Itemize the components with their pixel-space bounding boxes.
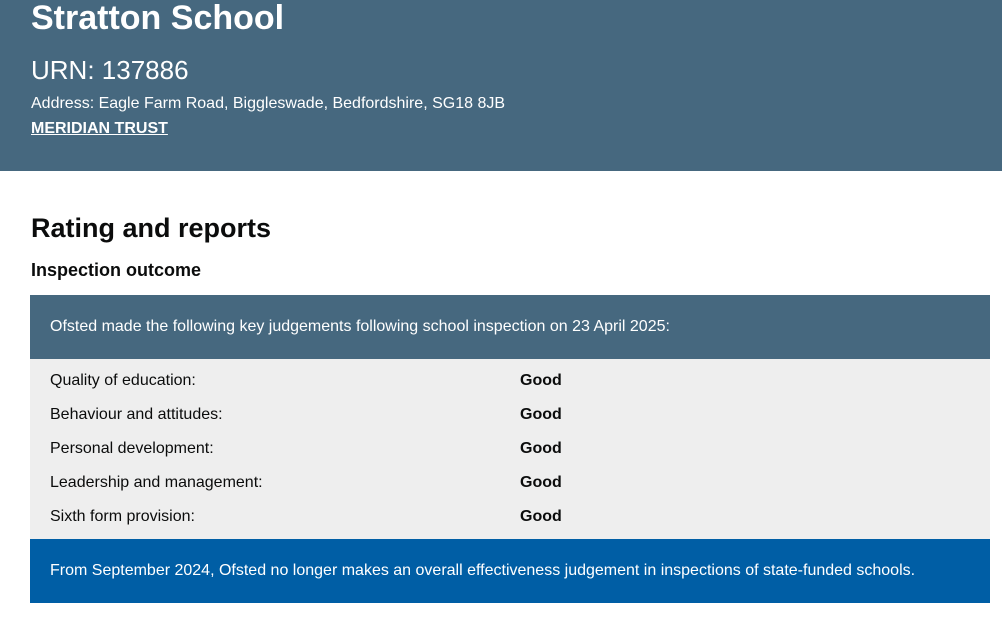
judgement-row-personal-development: Personal development: Good <box>30 427 990 461</box>
judgement-label: Sixth form provision: <box>50 508 195 525</box>
judgement-row-quality-of-education: Quality of education: Good <box>30 359 990 393</box>
judgement-intro-banner: Ofsted made the following key judgements… <box>30 295 990 359</box>
subsection-title: Inspection outcome <box>31 260 202 280</box>
judgement-value: Good <box>520 508 562 525</box>
judgement-row-leadership-and-management: Leadership and management: Good <box>30 461 990 495</box>
school-urn: URN: 137886 <box>31 55 189 85</box>
school-address: Address: Eagle Farm Road, Biggleswade, B… <box>31 95 506 112</box>
school-name: Stratton School <box>31 0 285 37</box>
overall-effectiveness-notice: From September 2024, Ofsted no longer ma… <box>30 539 990 603</box>
judgement-row-sixth-form-provision: Sixth form provision: Good <box>30 495 990 529</box>
school-header: Stratton School URN: 137886 Address: Eag… <box>0 0 1002 171</box>
judgement-row-behaviour-and-attitudes: Behaviour and attitudes: Good <box>30 393 990 427</box>
judgement-table: Quality of education: Good Behaviour and… <box>30 359 990 539</box>
section-title: Rating and reports <box>31 213 272 243</box>
trust-link[interactable]: MERIDIAN TRUST <box>31 119 168 139</box>
